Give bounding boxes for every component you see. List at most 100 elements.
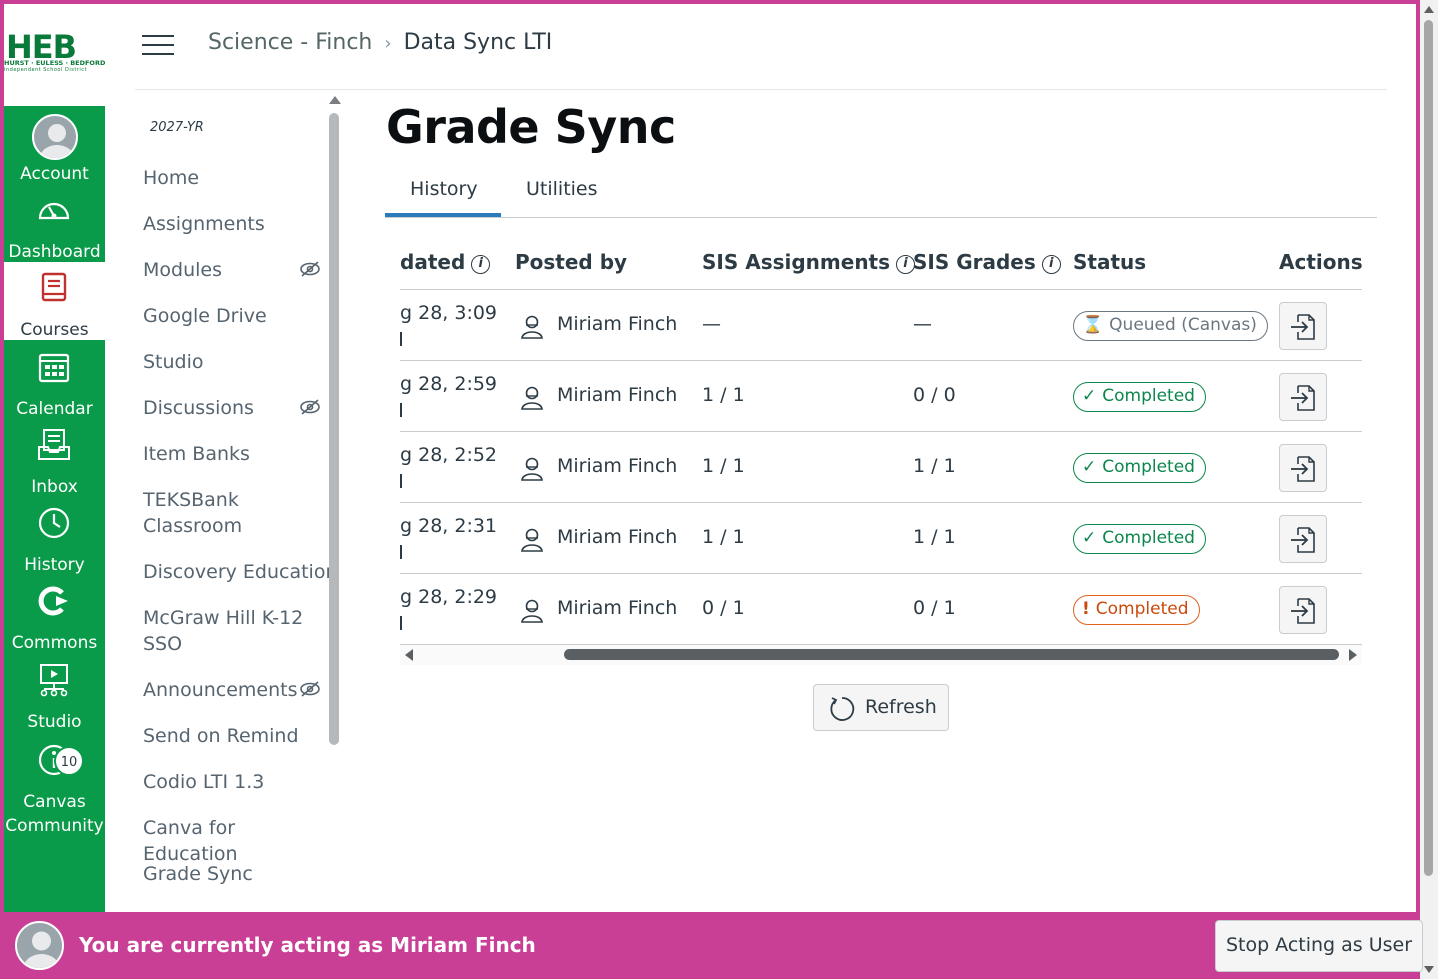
posted-by-cell: Miriam Finch xyxy=(557,455,678,477)
global-nav-history[interactable]: History xyxy=(4,497,105,575)
info-icon[interactable]: i xyxy=(1041,255,1061,274)
global-nav-calendar[interactable]: Calendar xyxy=(4,341,105,419)
global-nav-inbox[interactable]: Inbox xyxy=(4,419,105,497)
page-scrollbar[interactable] xyxy=(1420,0,1438,979)
updated-value: g 28, 2:59 xyxy=(400,373,498,395)
breadcrumb: Science - Finch › Data Sync LTI xyxy=(208,30,552,55)
course-nav-announcements[interactable]: Announcements xyxy=(143,677,323,703)
notification-badge: 10 xyxy=(54,746,84,776)
course-nav-scroll-up-arrow[interactable] xyxy=(329,96,341,104)
view-details-button[interactable] xyxy=(1279,515,1327,563)
updated-cell: g 28, 2:52 xyxy=(400,444,497,488)
global-nav-label: Account xyxy=(20,164,89,184)
cell-marker xyxy=(400,403,402,417)
user-icon xyxy=(521,599,543,623)
tab-utilities[interactable]: Utilities xyxy=(526,178,598,200)
global-nav-label: History xyxy=(24,555,85,575)
course-nav-google-drive[interactable]: Google Drive xyxy=(143,303,323,329)
status-label: Completed xyxy=(1102,528,1195,548)
view-details-button[interactable] xyxy=(1279,302,1327,350)
user-icon xyxy=(521,528,543,552)
cell-marker xyxy=(400,332,402,346)
sis-assignments-cell: 0 / 1 xyxy=(702,597,745,619)
global-nav-label: Commons xyxy=(11,633,98,653)
updated-cell: g 28, 2:31 xyxy=(400,515,497,559)
course-nav-canva[interactable]: Canva for Education xyxy=(143,815,333,867)
global-nav-account[interactable]: Account xyxy=(4,106,105,184)
scroll-right-arrow[interactable] xyxy=(1349,649,1357,661)
refresh-button[interactable]: Refresh xyxy=(813,684,949,731)
column-header-sis-assignments[interactable]: SIS Assignments i xyxy=(702,250,916,274)
course-nav-send-on-remind[interactable]: Send on Remind xyxy=(143,723,323,749)
view-details-button[interactable] xyxy=(1279,373,1327,421)
sis-grades-cell: 0 / 0 xyxy=(913,384,956,406)
avatar-icon xyxy=(32,114,78,160)
course-nav-grade-sync[interactable]: Grade Sync xyxy=(143,861,323,887)
course-nav-discovery-education[interactable]: Discovery Education xyxy=(143,559,338,585)
column-header-actions: Actions xyxy=(1279,250,1362,274)
view-details-button[interactable] xyxy=(1279,586,1327,634)
hamburger-menu-button[interactable] xyxy=(142,35,174,57)
tab-history[interactable]: History xyxy=(410,178,478,200)
global-nav-dashboard[interactable]: Dashboard xyxy=(4,184,105,262)
course-nav-discussions[interactable]: Discussions xyxy=(143,395,323,421)
sync-history-table: dated i Posted by SIS Assignments i SIS Gr… xyxy=(400,232,1362,652)
masquerade-message: You are currently acting as Miriam Finch xyxy=(79,933,536,957)
scroll-up-arrow[interactable] xyxy=(1424,6,1434,13)
sis-grades-cell: 0 / 1 xyxy=(913,597,956,619)
column-header-posted-by[interactable]: Posted by xyxy=(515,250,627,274)
global-nav-canvas-community[interactable]: Canvas Community xyxy=(4,732,105,842)
scroll-left-arrow[interactable] xyxy=(405,649,413,661)
course-nav-modules[interactable]: Modules xyxy=(143,257,323,283)
column-header-status[interactable]: Status xyxy=(1073,250,1146,274)
chevron-right-icon: › xyxy=(384,33,392,54)
status-badge: ! Completed xyxy=(1073,595,1200,625)
table-row: g 28, 2:29 Miriam Finch 0 / 1 0 / 1 ! Complet… xyxy=(400,574,1362,645)
sis-assignments-cell: 1 / 1 xyxy=(702,384,745,406)
inbox-icon xyxy=(38,429,70,460)
export-icon xyxy=(1291,527,1315,553)
updated-cell: g 28, 2:29 xyxy=(400,586,497,630)
hamburger-line xyxy=(142,53,174,55)
table-row: g 28, 3:09 Miriam Finch — — ⌛ Queued (Canvas) xyxy=(400,290,1362,361)
column-header-updated[interactable]: dated i xyxy=(400,250,491,274)
hamburger-line xyxy=(142,44,174,46)
global-nav: Account Dashboard Courses Calendar Inbox… xyxy=(4,106,105,912)
stop-acting-as-user-button[interactable]: Stop Acting as User xyxy=(1215,920,1423,972)
course-nav-item-banks[interactable]: Item Banks xyxy=(143,441,323,467)
course-term: 2027-YR xyxy=(150,120,204,135)
status-label: Completed xyxy=(1102,386,1195,406)
breadcrumb-course-link[interactable]: Science - Finch xyxy=(208,30,372,55)
course-nav-home[interactable]: Home xyxy=(143,165,323,191)
status-label: Completed xyxy=(1095,599,1189,619)
sis-grades-cell: 1 / 1 xyxy=(913,455,956,477)
course-nav-teksbank-classroom[interactable]: TEKSBank Classroom xyxy=(143,487,293,539)
user-icon xyxy=(521,386,543,410)
table-row: g 28, 2:52 Miriam Finch 1 / 1 1 / 1 ✓ Complet… xyxy=(400,432,1362,503)
calendar-icon xyxy=(38,353,70,383)
global-nav-studio[interactable]: Studio xyxy=(4,654,105,732)
logo-line-2: Independent School District xyxy=(4,67,87,73)
view-details-button[interactable] xyxy=(1279,444,1327,492)
table-horizontal-scrollbar[interactable] xyxy=(400,645,1362,665)
scrollbar-thumb[interactable] xyxy=(564,649,1339,660)
column-header-sis-grades[interactable]: SIS Grades i xyxy=(913,250,1061,274)
scrollbar-thumb[interactable] xyxy=(1424,20,1433,876)
info-icon[interactable]: i xyxy=(471,255,491,274)
table-row: g 28, 2:59 Miriam Finch 1 / 1 0 / 0 ✓ Complet… xyxy=(400,361,1362,432)
course-nav-assignments[interactable]: Assignments xyxy=(143,211,323,237)
global-nav-label: Dashboard xyxy=(8,242,101,262)
course-nav-codio[interactable]: Codio LTI 1.3 xyxy=(143,769,323,795)
posted-by-cell: Miriam Finch xyxy=(557,597,678,619)
avatar xyxy=(15,921,64,970)
course-nav-mcgraw-hill[interactable]: McGraw Hill K-12 SSO xyxy=(143,605,313,657)
course-nav-studio[interactable]: Studio xyxy=(143,349,323,375)
sis-assignments-cell: — xyxy=(702,313,721,335)
status-badge: ⌛ Queued (Canvas) xyxy=(1073,311,1268,341)
scroll-down-arrow[interactable] xyxy=(1424,966,1434,973)
global-nav-courses[interactable]: Courses xyxy=(4,262,105,340)
global-nav-commons[interactable]: Commons xyxy=(4,575,105,653)
breadcrumb-current-page: Data Sync LTI xyxy=(403,30,553,55)
district-logo[interactable]: HEB HURST · EULESS · BEDFORD Independent… xyxy=(2,28,106,74)
course-nav-scrollbar[interactable] xyxy=(329,113,339,745)
